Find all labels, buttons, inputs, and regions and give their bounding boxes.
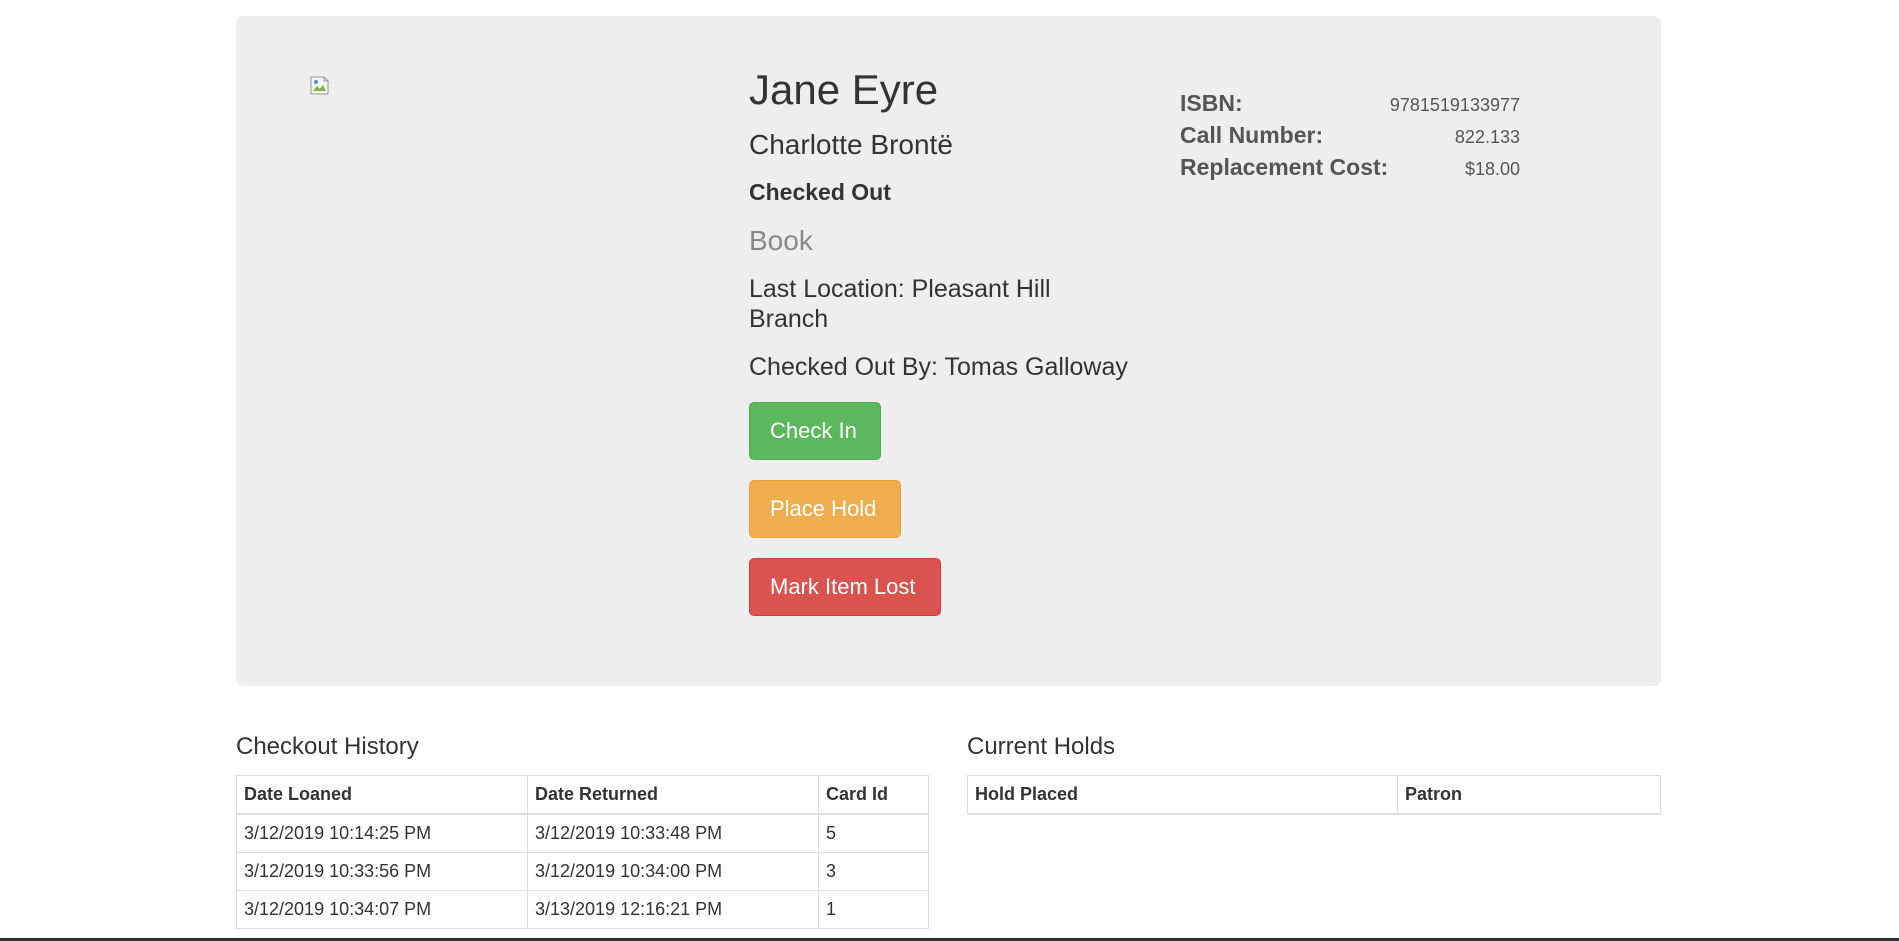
replacement-cost-row: Replacement Cost: $18.00 bbox=[1180, 154, 1520, 186]
call-number-label: Call Number: bbox=[1180, 122, 1324, 148]
isbn-row: ISBN: 9781519133977 bbox=[1180, 90, 1520, 122]
date-loaned-cell: 3/12/2019 10:34:07 PM bbox=[236, 890, 528, 929]
card-id-cell: 3 bbox=[818, 852, 929, 891]
date-returned-cell: 3/13/2019 12:16:21 PM bbox=[527, 890, 819, 929]
isbn-value: 9781519133977 bbox=[1389, 95, 1520, 115]
current-holds-table: Hold Placed Patron bbox=[967, 775, 1661, 815]
item-detail-panel: Jane Eyre Charlotte Brontë Checked Out B… bbox=[236, 16, 1661, 686]
table-row: 3/12/2019 10:34:07 PM 3/13/2019 12:16:21… bbox=[236, 890, 929, 929]
column-header: Patron bbox=[1397, 775, 1661, 815]
date-loaned-cell: 3/12/2019 10:33:56 PM bbox=[236, 852, 528, 891]
card-id-cell: 1 bbox=[818, 890, 929, 929]
date-returned-cell: 3/12/2019 10:34:00 PM bbox=[527, 852, 819, 891]
date-returned-cell: 3/12/2019 10:33:48 PM bbox=[527, 813, 819, 853]
column-header: Hold Placed bbox=[967, 775, 1398, 815]
mark-item-lost-button[interactable]: Mark Item Lost bbox=[749, 558, 941, 616]
current-holds-title: Current Holds bbox=[967, 733, 1116, 760]
item-last-location: Last Location: Pleasant Hill Branch bbox=[749, 275, 1051, 333]
item-title: Jane Eyre bbox=[749, 66, 939, 113]
item-info: Jane Eyre Charlotte Brontë Checked Out B… bbox=[749, 66, 1169, 616]
table-header-row: Hold Placed Patron bbox=[967, 775, 1661, 815]
checkout-history-title: Checkout History bbox=[236, 733, 419, 760]
table-row: 3/12/2019 10:33:56 PM 3/12/2019 10:34:00… bbox=[236, 852, 929, 891]
checkout-history-table: Date Loaned Date Returned Card Id 3/12/2… bbox=[236, 775, 929, 929]
date-loaned-cell: 3/12/2019 10:14:25 PM bbox=[236, 813, 528, 853]
replacement-cost-label: Replacement Cost: bbox=[1180, 154, 1389, 180]
replacement-cost-value: $18.00 bbox=[1464, 159, 1520, 179]
card-id-cell: 5 bbox=[818, 813, 929, 853]
check-in-button[interactable]: Check In bbox=[749, 402, 881, 460]
item-type: Book bbox=[749, 225, 813, 256]
column-header: Date Returned bbox=[527, 775, 819, 815]
column-header: Card Id bbox=[818, 775, 929, 815]
call-number-value: 822.133 bbox=[1454, 127, 1520, 147]
broken-image-icon bbox=[310, 76, 332, 96]
table-header-row: Date Loaned Date Returned Card Id bbox=[236, 775, 929, 815]
call-number-row: Call Number: 822.133 bbox=[1180, 122, 1520, 154]
item-checked-out-by: Checked Out By: Tomas Galloway bbox=[749, 353, 1128, 381]
place-hold-button[interactable]: Place Hold bbox=[749, 480, 901, 538]
column-header: Date Loaned bbox=[236, 775, 528, 815]
item-status: Checked Out bbox=[749, 179, 891, 205]
isbn-label: ISBN: bbox=[1180, 90, 1243, 116]
item-meta: ISBN: 9781519133977 Call Number: 822.133… bbox=[1180, 90, 1520, 186]
item-author: Charlotte Brontë bbox=[749, 129, 953, 160]
table-row: 3/12/2019 10:14:25 PM 3/12/2019 10:33:48… bbox=[236, 813, 929, 853]
